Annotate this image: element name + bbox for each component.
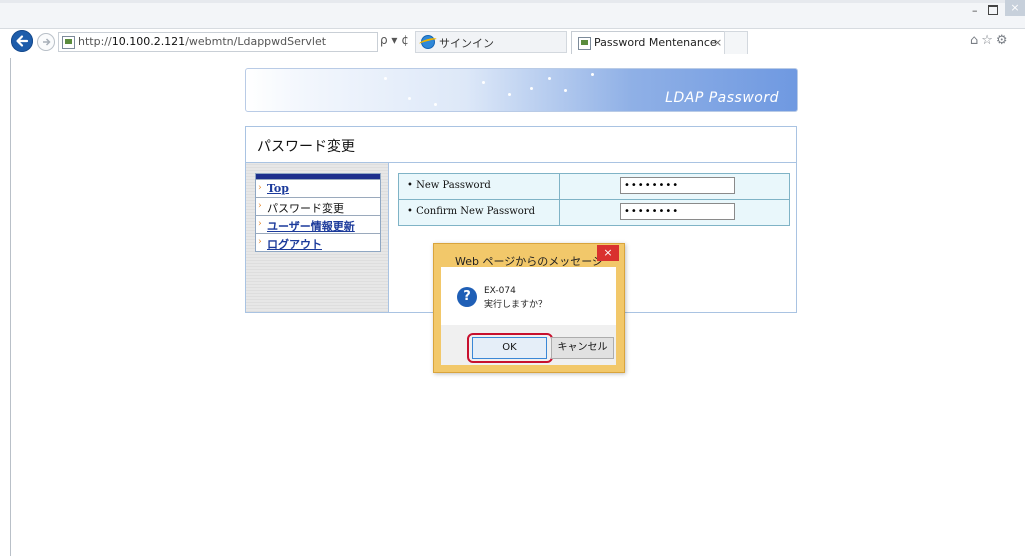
dialog-message-text: 実行しますか？ xyxy=(484,300,548,310)
page-title: パスワード変更 xyxy=(257,139,355,155)
forward-button[interactable] xyxy=(37,33,55,51)
tab-signin[interactable]: サインイン xyxy=(415,31,567,53)
banner-sparkle xyxy=(591,73,594,76)
sidebar-item-label[interactable]: ログアウト xyxy=(267,236,322,252)
sidebar-item-label[interactable]: Top xyxy=(267,182,289,195)
home-favorites-settings-icons[interactable]: ⌂☆⚙ xyxy=(970,33,1011,48)
url-scheme: http:// xyxy=(78,35,112,48)
sidebar-item-user-info-update[interactable]: › ユーザー情報更新 xyxy=(256,215,380,233)
ie-logo-icon xyxy=(421,35,435,49)
tab-password-label: Password Mentenance xyxy=(594,36,717,49)
search-refresh-icons[interactable]: ρ ▾ ¢ xyxy=(380,33,409,47)
menu-arrow-icon: › xyxy=(258,201,262,211)
sidebar-item-label: パスワード変更 xyxy=(267,202,344,215)
browser-title-bar: – × xyxy=(0,0,1025,29)
dialog-body: ? EX-074 実行しますか？ xyxy=(441,267,616,325)
cell-divider xyxy=(559,200,560,225)
title-bar-edge xyxy=(0,0,1025,3)
dialog-footer: OK キャンセル xyxy=(441,325,616,365)
menu-arrow-icon: › xyxy=(258,219,262,229)
new-tab-button[interactable] xyxy=(724,31,748,54)
confirm-dialog: Web ページからのメッセージ × ? EX-074 実行しますか？ OK キャ… xyxy=(433,243,625,373)
new-password-field[interactable]: •••••••• xyxy=(620,177,735,194)
address-url[interactable]: http://10.100.2.121/webmtn/LdappwdServle… xyxy=(78,35,326,48)
new-password-label: • New Password xyxy=(407,180,491,191)
menu-arrow-icon: › xyxy=(258,237,262,247)
password-form: • New Password •••••••• • Confirm New Pa… xyxy=(398,173,790,226)
question-icon: ? xyxy=(457,287,477,307)
banner-sparkle xyxy=(482,81,485,84)
banner-sparkle xyxy=(530,87,533,90)
arrow-left-icon xyxy=(16,35,29,47)
confirm-password-label: • Confirm New Password xyxy=(407,206,535,217)
url-host: 10.100.2.121 xyxy=(111,35,186,48)
dialog-message-code: EX-074 xyxy=(484,286,516,296)
cell-divider xyxy=(559,174,560,199)
minimize-button[interactable]: – xyxy=(972,4,978,17)
sidebar-item-label[interactable]: ユーザー情報更新 xyxy=(267,218,355,234)
cancel-button[interactable]: キャンセル xyxy=(551,337,614,359)
tab-close-icon[interactable]: × xyxy=(713,36,722,49)
banner-sparkle xyxy=(564,89,567,92)
confirm-password-field[interactable]: •••••••• xyxy=(620,203,735,220)
sidebar-item-top[interactable]: › Top xyxy=(256,179,380,197)
sidebar-item-password-change: › パスワード変更 xyxy=(256,197,380,215)
maximize-button[interactable] xyxy=(988,5,998,15)
form-row-new-password: • New Password •••••••• xyxy=(399,174,789,199)
menu-arrow-icon: › xyxy=(258,183,262,193)
banner-sparkle xyxy=(548,77,551,80)
arrow-right-icon xyxy=(43,38,51,46)
form-row-confirm-password: • Confirm New Password •••••••• xyxy=(399,199,789,225)
back-button[interactable] xyxy=(11,30,33,52)
dialog-close-button[interactable]: × xyxy=(597,245,619,261)
ok-button[interactable]: OK xyxy=(472,337,547,359)
ldap-banner: LDAP Password xyxy=(245,68,798,112)
window-close-button[interactable]: × xyxy=(1005,0,1025,16)
banner-sparkle xyxy=(434,103,437,106)
banner-sparkle xyxy=(408,97,411,100)
banner-sparkle xyxy=(508,93,511,96)
tab-password-maintenance[interactable]: Password Mentenance × xyxy=(571,31,725,54)
banner-title: LDAP Password xyxy=(665,90,779,106)
viewport-border xyxy=(10,58,11,556)
address-bar[interactable]: http://10.100.2.121/webmtn/LdappwdServle… xyxy=(58,32,378,52)
page-favicon-icon xyxy=(62,36,75,49)
sidebar-item-logout[interactable]: › ログアウト xyxy=(256,233,380,251)
banner-sparkle xyxy=(384,77,387,80)
sidebar: › Top › パスワード変更 › ユーザー情報更新 › ログアウト xyxy=(246,163,389,312)
url-path: /webmtn/LdappwdServlet xyxy=(185,35,327,48)
page-favicon-icon xyxy=(578,37,591,50)
tab-signin-label: サインイン xyxy=(439,37,494,50)
sidebar-menu: › Top › パスワード変更 › ユーザー情報更新 › ログアウト xyxy=(255,173,381,252)
